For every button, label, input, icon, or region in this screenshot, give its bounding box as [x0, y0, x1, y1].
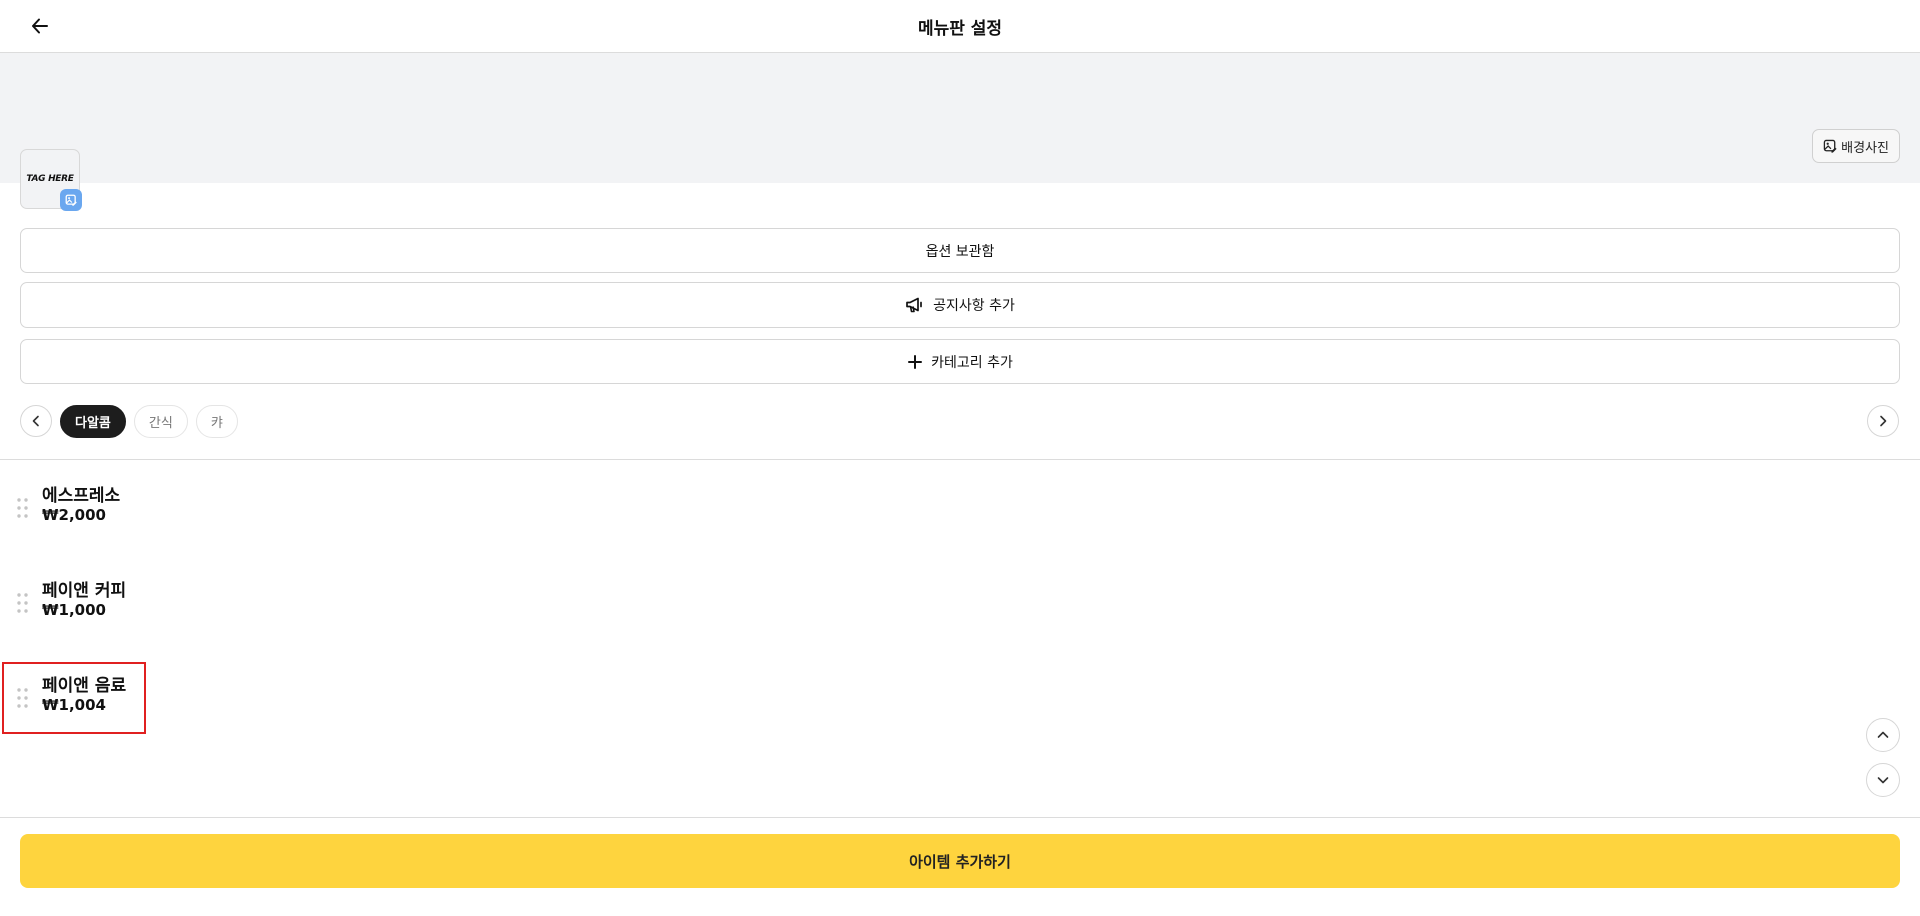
menu-item-name: 에스프레소 [42, 486, 121, 506]
footer-divider [0, 817, 1920, 818]
background-photo-label: 배경사진 [1841, 140, 1889, 156]
chevron-up-icon [1877, 731, 1889, 738]
scroll-up-button[interactable] [1866, 718, 1900, 752]
section-divider [0, 459, 1920, 460]
add-category-button[interactable]: 카테고리 추가 [20, 339, 1900, 384]
selection-highlight [2, 662, 146, 734]
logo-edit-button[interactable] [60, 189, 82, 211]
tab-prev-button[interactable] [20, 405, 52, 437]
image-edit-icon [65, 194, 77, 206]
logo-text: TAG HERE [26, 174, 74, 184]
header-bar: 메뉴판 설정 [0, 0, 1920, 53]
megaphone-icon [906, 297, 922, 313]
chevron-down-icon [1877, 777, 1889, 784]
menu-item-name: 페이앤 커피 [42, 581, 127, 601]
add-notice-button[interactable]: 공지사항 추가 [20, 282, 1900, 328]
category-tab-kya[interactable]: 캬 [195, 404, 238, 438]
menu-item-price: ₩1,000 [42, 601, 106, 619]
category-tabs: 다알콤 간식 캬 [20, 404, 238, 438]
category-tab-snack[interactable]: 간식 [133, 404, 188, 438]
menu-item-row[interactable]: 에스프레소 ₩2,000 [0, 481, 1920, 553]
add-category-label: 카테고리 추가 [931, 354, 1013, 371]
add-item-button[interactable]: 아이템 추가하기 [20, 834, 1900, 888]
menu-item-row[interactable]: 페이앤 커피 ₩1,000 [0, 576, 1920, 648]
banner-area [0, 53, 1920, 183]
option-storage-label: 옵션 보관함 [925, 243, 995, 260]
option-storage-button[interactable]: 옵션 보관함 [20, 228, 1900, 273]
add-item-label: 아이템 추가하기 [909, 852, 1011, 871]
page-title: 메뉴판 설정 [917, 19, 1003, 39]
plus-icon [908, 354, 923, 369]
tab-next-button[interactable] [1867, 405, 1899, 437]
menu-item-row[interactable]: 페이앤 음료 ₩1,004 [0, 671, 1920, 743]
drag-handle-icon[interactable] [16, 592, 30, 614]
add-notice-label: 공지사항 추가 [933, 298, 1015, 314]
background-photo-button[interactable]: 배경사진 [1812, 129, 1900, 163]
chevron-right-icon [1880, 415, 1887, 427]
scroll-down-button[interactable] [1866, 763, 1900, 797]
menu-item-price: ₩2,000 [42, 506, 106, 524]
drag-handle-icon[interactable] [16, 497, 30, 519]
category-tab-dalcom[interactable]: 다알콤 [60, 404, 126, 438]
chevron-left-icon [32, 415, 39, 427]
image-edit-icon [1823, 139, 1837, 153]
